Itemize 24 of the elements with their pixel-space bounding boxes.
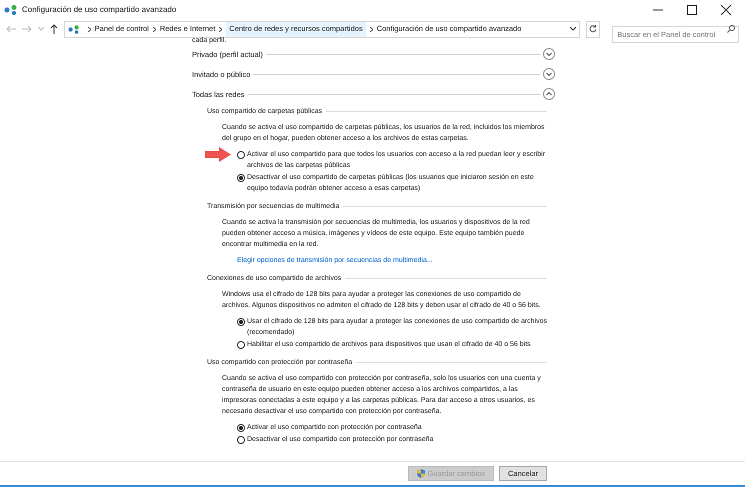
radio-button[interactable] xyxy=(237,318,245,326)
expand-icon[interactable] xyxy=(543,68,555,80)
refresh-button[interactable] xyxy=(586,20,600,38)
collapse-icon[interactable] xyxy=(543,88,555,100)
network-icon xyxy=(4,5,18,15)
radio-button[interactable] xyxy=(237,174,245,182)
caret-icon[interactable] xyxy=(570,27,576,31)
radio-button[interactable] xyxy=(237,151,245,159)
search-icon xyxy=(726,24,735,32)
chevron-right-icon xyxy=(219,26,222,32)
radio-button[interactable] xyxy=(237,341,245,349)
network-icon xyxy=(68,24,80,34)
up-arrow-icon[interactable] xyxy=(50,24,58,34)
expand-icon[interactable] xyxy=(543,48,555,60)
shield-icon xyxy=(417,469,426,478)
close-icon[interactable] xyxy=(721,5,731,15)
chevron-right-icon xyxy=(370,26,373,32)
chevron-right-icon xyxy=(88,26,91,32)
chevron-right-icon xyxy=(152,26,156,32)
refresh-icon xyxy=(589,25,598,33)
maximize-icon[interactable] xyxy=(687,5,697,15)
radio-button[interactable] xyxy=(237,436,245,444)
radio-button[interactable] xyxy=(237,424,245,432)
window-title: Configuración de uso compartido avanzado xyxy=(22,4,176,16)
